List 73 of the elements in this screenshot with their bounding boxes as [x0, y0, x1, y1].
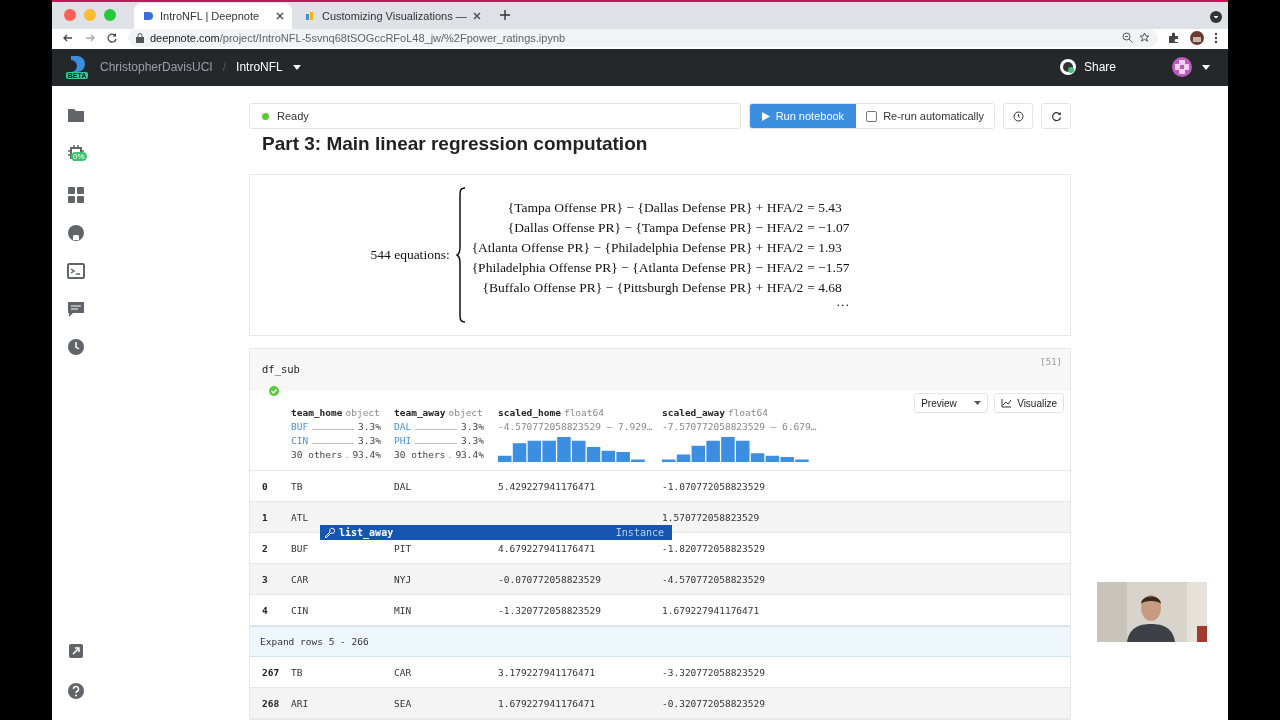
rerun-checkbox[interactable]: Re-run automatically: [856, 104, 994, 128]
table-cell: -0.320772058823529: [662, 697, 765, 709]
table-cell: ATL: [291, 511, 309, 523]
execution-count: [51]: [1040, 357, 1062, 367]
table-cell: TB: [291, 480, 303, 492]
column-header: team_home object: [291, 407, 381, 418]
table-cell: CAR: [394, 666, 412, 678]
column-header: team_away object: [394, 407, 484, 418]
visualize-button[interactable]: Visualize: [994, 393, 1064, 413]
value-count: 30 others 93.4%: [291, 449, 381, 460]
row-index: 4: [262, 604, 268, 616]
table-cell: -4.570772058823529: [662, 573, 765, 585]
table-cell: -3.320772058823529: [662, 666, 765, 678]
breadcrumb-separator: /: [222, 60, 227, 75]
table-cell: ARI: [291, 697, 309, 709]
project-name[interactable]: IntroNFL: [236, 60, 283, 75]
table-cell: 4.679227941176471: [498, 542, 596, 554]
table-cell: DAL: [394, 480, 412, 492]
preview-dropdown[interactable]: Preview: [914, 393, 989, 413]
browser-tab[interactable]: IntroNFL | Deepnote: [134, 2, 292, 29]
equation-lhs: {Dallas Offense PR} − {Tampa Defense PR} − HFA/2: [506, 220, 804, 236]
value-range: -4.570772058823529 – 7.929…: [498, 421, 654, 432]
autocomplete-item[interactable]: list_away Instance: [320, 525, 672, 540]
table-cell: 3.179227941176471: [498, 666, 596, 678]
ellipsis: ···: [835, 300, 850, 310]
value-count: 30 others 93.4%: [394, 449, 484, 460]
value-count: CIN 3.3%: [291, 435, 381, 446]
usage-badge: 0%: [71, 152, 87, 161]
equation-rhs: = 5.43: [807, 200, 843, 216]
column-header: scaled_away float64: [662, 407, 769, 418]
equation-lhs: {Buffalo Offense PR} − {Pittsburgh Defense PR} + HFA/2: [481, 280, 804, 296]
table-cell: -1.320772058823529: [498, 604, 601, 616]
row-index: 2: [262, 542, 268, 554]
workspace-name[interactable]: ChristopherDavisUCI: [100, 60, 213, 75]
equation-lhs: {Atlanta Offense PR} − {Philadelphia Defense PR} + HFA/2: [471, 240, 804, 256]
value-count: DAL 3.3%: [394, 421, 484, 432]
table-cell: SEA: [394, 697, 412, 709]
table-cell: NYJ: [394, 573, 412, 585]
browser-tab[interactable]: Customizing Visualizations —: [296, 2, 489, 29]
table-cell: BUF: [291, 542, 309, 554]
table-cell: CAR: [291, 573, 309, 585]
section-heading: Part 3: Main linear regression computation: [262, 133, 649, 155]
share-button[interactable]: Share: [1053, 58, 1122, 77]
table-cell: -1.070772058823529: [662, 480, 765, 492]
equation-rhs: = −1.57: [807, 260, 850, 276]
column-header: scaled_home float64: [498, 407, 605, 418]
equation-label: 544 equations:: [370, 247, 450, 263]
table-cell: 1.570772058823529: [662, 511, 760, 523]
row-index: 267: [262, 666, 280, 678]
equation-lhs: {Tampa Offense PR} − {Dallas Defense PR} + HFA/2: [506, 200, 804, 216]
equation-rhs: = 4.68: [807, 280, 843, 296]
value-range: -7.570772058823529 – 6.679…: [662, 421, 818, 432]
table-cell: -1.820772058823529: [662, 542, 765, 554]
table-cell: -0.070772058823529: [498, 573, 601, 585]
table-cell: TB: [291, 666, 303, 678]
table-cell: MIN: [394, 604, 412, 616]
table-cell: 1.679227941176471: [498, 697, 596, 709]
value-count: BUF 3.3%: [291, 421, 381, 432]
equation-rhs: = −1.07: [807, 220, 850, 236]
table-cell: CIN: [291, 604, 309, 616]
row-index: 0: [262, 480, 268, 492]
expand-rows-link[interactable]: Expand rows 5 - 266: [250, 626, 1070, 657]
status-text: Ready: [277, 110, 309, 122]
equation-rhs: = 1.93: [807, 240, 843, 256]
value-count: PHI 3.3%: [394, 435, 484, 446]
code-line: df_sub: [262, 363, 300, 375]
row-index: 3: [262, 573, 268, 585]
row-index: 1: [262, 511, 268, 523]
table-cell: 5.429227941176471: [498, 480, 596, 492]
table-cell: PIT: [394, 542, 412, 554]
table-cell: 1.679227941176471: [662, 604, 760, 616]
equation-lhs: {Philadelphia Offense PR} − {Atlanta Defense PR} − HFA/2: [471, 260, 804, 276]
row-index: 268: [262, 697, 280, 709]
